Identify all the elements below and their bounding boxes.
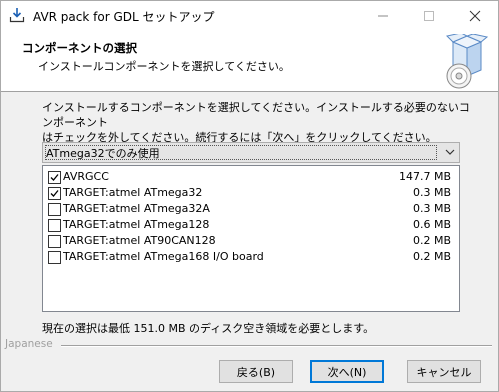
list-item[interactable]: TARGET:atmel ATmega128 0.6 MB bbox=[43, 217, 457, 233]
setup-window: AVR pack for GDL セットアップ コンポーネントの選択 インストー… bbox=[0, 0, 499, 392]
component-size: 0.3 MB bbox=[412, 202, 451, 215]
list-item[interactable]: TARGET:atmel ATmega32A 0.3 MB bbox=[43, 201, 457, 217]
component-name: TARGET:atmel ATmega32 bbox=[63, 186, 203, 199]
component-name: TARGET:atmel ATmega128 bbox=[63, 218, 210, 231]
component-checkbox-checked[interactable] bbox=[48, 171, 61, 184]
close-icon[interactable] bbox=[452, 1, 498, 31]
title-bar[interactable]: AVR pack for GDL セットアップ bbox=[1, 1, 498, 31]
component-name: TARGET:atmel ATmega168 I/O board bbox=[63, 250, 264, 263]
component-name: AVRGCC bbox=[63, 170, 109, 183]
component-size: 0.2 MB bbox=[412, 234, 451, 247]
component-checkbox[interactable] bbox=[48, 235, 61, 248]
component-size: 0.2 MB bbox=[412, 250, 451, 263]
component-size: 0.3 MB bbox=[412, 186, 451, 199]
list-item[interactable]: AVRGCC 147.7 MB bbox=[43, 169, 457, 185]
component-size: 0.6 MB bbox=[412, 218, 451, 231]
chevron-down-icon[interactable] bbox=[445, 147, 455, 157]
package-box-icon bbox=[433, 32, 491, 90]
component-checkbox[interactable] bbox=[48, 203, 61, 216]
install-type-dropdown[interactable]: ATmega32でのみ使用 bbox=[42, 142, 460, 163]
language-label: Japanese bbox=[5, 338, 56, 350]
page-subtitle: インストールコンポーネントを選択してください。 bbox=[38, 60, 290, 73]
space-required-text: 現在の選択は最低 151.0 MB のディスク空き領域を必要とします。 bbox=[42, 322, 375, 335]
list-item[interactable]: TARGET:atmel AT90CAN128 0.2 MB bbox=[43, 233, 457, 249]
wizard-header: コンポーネントの選択 インストールコンポーネントを選択してください。 bbox=[1, 31, 498, 92]
next-button[interactable]: 次へ(N) bbox=[310, 360, 384, 383]
list-item[interactable]: TARGET:atmel ATmega168 I/O board 0.2 MB bbox=[43, 249, 457, 265]
component-checkbox[interactable] bbox=[48, 251, 61, 264]
cancel-button[interactable]: キャンセル bbox=[407, 360, 481, 383]
component-checkbox[interactable] bbox=[48, 219, 61, 232]
component-checkbox-checked[interactable] bbox=[48, 187, 61, 200]
install-type-value: ATmega32でのみ使用 bbox=[46, 147, 160, 160]
component-size: 147.7 MB bbox=[398, 170, 451, 183]
list-item[interactable]: TARGET:atmel ATmega32 0.3 MB bbox=[43, 185, 457, 201]
page-title: コンポーネントの選択 bbox=[22, 41, 137, 55]
window-title: AVR pack for GDL セットアップ bbox=[33, 10, 215, 24]
minimize-icon[interactable] bbox=[360, 1, 406, 31]
footer-divider bbox=[61, 345, 492, 347]
back-button[interactable]: 戻る(B) bbox=[219, 360, 293, 383]
instructions-text: インストールするコンポーネントを選択してください。インストールする必要のないコン… bbox=[42, 101, 470, 144]
installer-download-icon bbox=[9, 7, 25, 23]
component-name: TARGET:atmel AT90CAN128 bbox=[63, 234, 216, 247]
maximize-icon[interactable] bbox=[406, 1, 452, 31]
component-name: TARGET:atmel ATmega32A bbox=[63, 202, 210, 215]
component-list[interactable]: AVRGCC 147.7 MB TARGET:atmel ATmega32 0.… bbox=[42, 165, 460, 312]
